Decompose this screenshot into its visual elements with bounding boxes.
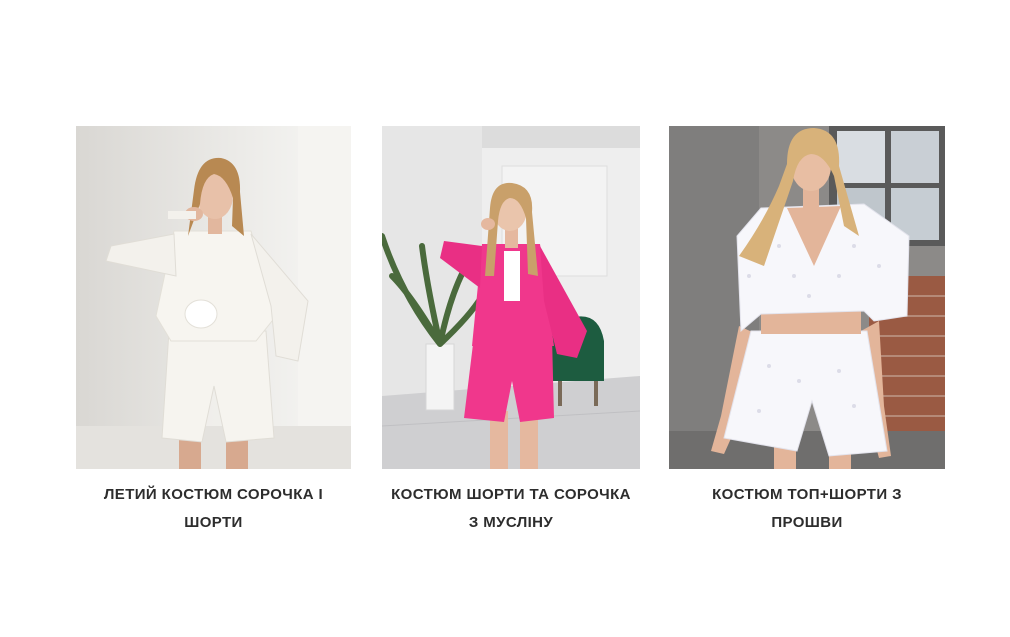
product-image[interactable] <box>76 126 351 469</box>
product-image[interactable] <box>382 126 640 469</box>
product-card[interactable]: КОСТЮМ ШОРТИ ТА СОРОЧКА З МУСЛІНУ <box>382 126 640 537</box>
product-image[interactable] <box>669 126 945 469</box>
product-card[interactable]: КОСТЮМ ТОП+ШОРТИ З ПРОШВИ <box>669 126 945 537</box>
product-title[interactable]: КОСТЮМ ШОРТИ ТА СОРОЧКА З МУСЛІНУ <box>376 481 646 537</box>
product-title[interactable]: ЛЕТИЙ КОСТЮМ СОРОЧКА І ШОРТИ <box>76 481 351 537</box>
product-card[interactable]: ЛЕТИЙ КОСТЮМ СОРОЧКА І ШОРТИ <box>76 126 351 537</box>
product-title[interactable]: КОСТЮМ ТОП+ШОРТИ З ПРОШВИ <box>669 481 945 537</box>
product-grid: ЛЕТИЙ КОСТЮМ СОРОЧКА І ШОРТИ КОСТЮМ ШОРТ… <box>0 0 1010 637</box>
